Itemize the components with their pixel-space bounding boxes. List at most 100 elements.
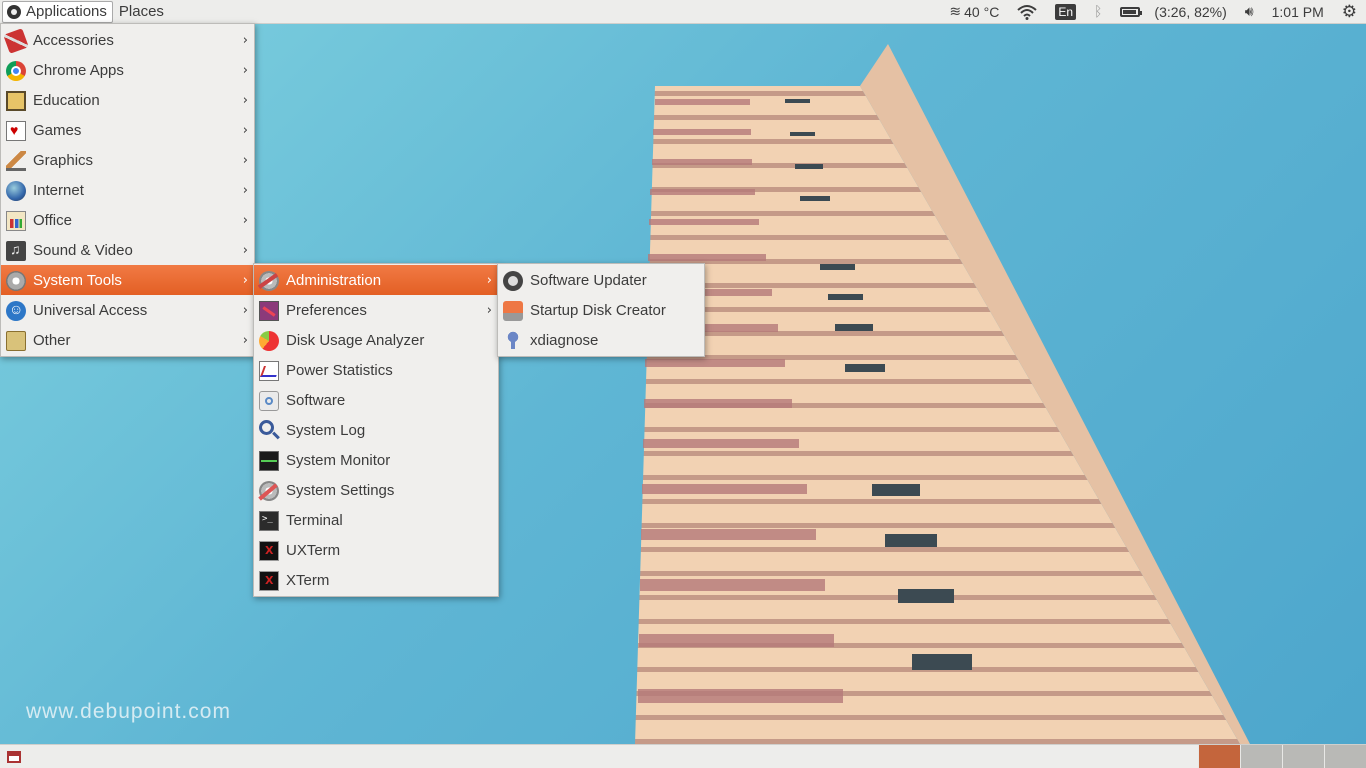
disk-usage-icon bbox=[259, 331, 279, 351]
menu-item-label: Preferences bbox=[286, 301, 367, 319]
sound-video-icon bbox=[6, 241, 26, 261]
menu-item-label: Office bbox=[33, 211, 72, 229]
applications-menu: Accessories › Chrome Apps › Education › Gam… bbox=[0, 23, 255, 357]
show-desktop-icon[interactable] bbox=[7, 750, 21, 763]
menu-item-label: Startup Disk Creator bbox=[530, 301, 666, 319]
applications-label: Applications bbox=[26, 3, 107, 20]
system-monitor-icon bbox=[259, 451, 279, 471]
uxterm-icon bbox=[259, 541, 279, 561]
menu-item-label: Software bbox=[286, 391, 346, 409]
menu-item-sound-video[interactable]: Sound & Video › bbox=[1, 235, 254, 265]
battery-icon bbox=[1120, 6, 1143, 17]
session-indicator[interactable]: ⚙ bbox=[1333, 0, 1366, 24]
menu-item-label: Chrome Apps bbox=[33, 61, 124, 79]
menu-item-system-settings[interactable]: System Settings bbox=[254, 475, 498, 505]
menu-item-disk-usage-analyzer[interactable]: Disk Usage Analyzer bbox=[254, 325, 498, 355]
software-icon bbox=[259, 391, 279, 411]
keyboard-layout: En bbox=[1055, 3, 1076, 20]
chevron-right-icon: › bbox=[486, 273, 492, 288]
menu-item-office[interactable]: Office › bbox=[1, 205, 254, 235]
menu-item-software[interactable]: Software bbox=[254, 385, 498, 415]
menu-item-accessories[interactable]: Accessories › bbox=[1, 25, 254, 55]
chevron-right-icon: › bbox=[242, 63, 248, 78]
sound-indicator[interactable]: 🔊︎ bbox=[1236, 0, 1263, 24]
menu-item-graphics[interactable]: Graphics › bbox=[1, 145, 254, 175]
bottom-panel bbox=[0, 744, 1366, 768]
xterm-icon bbox=[259, 571, 279, 591]
menu-item-label: Terminal bbox=[286, 511, 343, 529]
menu-item-label: Disk Usage Analyzer bbox=[286, 331, 425, 349]
chevron-right-icon: › bbox=[242, 333, 248, 348]
menu-item-other[interactable]: Other › bbox=[1, 325, 254, 355]
menu-item-startup-disk-creator[interactable]: Startup Disk Creator bbox=[498, 295, 704, 325]
weather-indicator[interactable]: ≋ 40 °C bbox=[940, 0, 1008, 24]
chevron-right-icon: › bbox=[242, 213, 248, 228]
system-tools-icon bbox=[6, 271, 26, 291]
menu-item-label: xdiagnose bbox=[530, 331, 599, 349]
menu-item-label: XTerm bbox=[286, 571, 330, 589]
workspace-2[interactable] bbox=[1240, 745, 1282, 768]
workspace-switcher bbox=[1198, 745, 1366, 768]
software-updater-icon bbox=[503, 271, 523, 291]
menu-item-software-updater[interactable]: Software Updater bbox=[498, 265, 704, 295]
menu-item-label: System Log bbox=[286, 421, 366, 439]
weather-icon: ≋ bbox=[949, 3, 962, 20]
universal-access-icon bbox=[6, 301, 26, 321]
menu-item-universal-access[interactable]: Universal Access › bbox=[1, 295, 254, 325]
menu-item-label: Graphics bbox=[33, 151, 94, 169]
menu-item-preferences[interactable]: Preferences › bbox=[254, 295, 498, 325]
menu-item-label: Internet bbox=[33, 181, 84, 199]
chevron-right-icon: › bbox=[242, 93, 248, 108]
keyboard-indicator[interactable]: En bbox=[1046, 0, 1085, 24]
menu-item-system-monitor[interactable]: System Monitor bbox=[254, 445, 498, 475]
menu-item-label: Games bbox=[33, 121, 82, 139]
terminal-icon bbox=[259, 511, 279, 531]
clock[interactable]: 1:01 PM bbox=[1263, 0, 1333, 24]
places-menu-button[interactable]: Places bbox=[113, 1, 170, 23]
menu-item-terminal[interactable]: Terminal bbox=[254, 505, 498, 535]
top-panel: Applications Places ≋ 40 °C En ᛒ (3:26, … bbox=[0, 0, 1366, 24]
chevron-right-icon: › bbox=[242, 183, 248, 198]
menu-item-label: Other bbox=[33, 331, 71, 349]
chevron-right-icon: › bbox=[242, 303, 248, 318]
system-log-icon bbox=[259, 420, 274, 435]
bluetooth-indicator[interactable]: ᛒ bbox=[1085, 0, 1111, 24]
workspace-4[interactable] bbox=[1324, 745, 1366, 768]
administration-icon bbox=[259, 271, 279, 291]
menu-item-power-statistics[interactable]: Power Statistics bbox=[254, 355, 498, 385]
education-icon bbox=[6, 91, 26, 111]
menu-item-education[interactable]: Education › bbox=[1, 85, 254, 115]
xdiagnose-icon bbox=[503, 331, 523, 351]
menu-item-internet[interactable]: Internet › bbox=[1, 175, 254, 205]
menu-item-label: Accessories bbox=[33, 31, 114, 49]
graphics-icon bbox=[6, 151, 26, 171]
applications-menu-button[interactable]: Applications bbox=[2, 0, 113, 23]
volume-icon: 🔊︎ bbox=[1244, 3, 1254, 20]
menu-item-uxterm[interactable]: UXTerm bbox=[254, 535, 498, 565]
power-gear-icon: ⚙ bbox=[1341, 1, 1357, 22]
chevron-right-icon: › bbox=[242, 123, 248, 138]
menu-item-administration[interactable]: Administration › bbox=[254, 265, 498, 295]
menu-item-games[interactable]: Games › bbox=[1, 115, 254, 145]
menu-item-label: System Settings bbox=[286, 481, 395, 499]
watermark-text: www.debupoint.com bbox=[26, 700, 231, 723]
preferences-icon bbox=[259, 301, 279, 321]
wifi-indicator[interactable] bbox=[1008, 0, 1046, 24]
chrome-icon bbox=[6, 61, 26, 81]
menu-item-label: Software Updater bbox=[530, 271, 647, 289]
menu-item-system-log[interactable]: System Log bbox=[254, 415, 498, 445]
menu-item-xdiagnose[interactable]: xdiagnose bbox=[498, 325, 704, 355]
menu-item-label: Administration bbox=[286, 271, 382, 289]
menu-item-chrome-apps[interactable]: Chrome Apps › bbox=[1, 55, 254, 85]
clock-time: 1:01 PM bbox=[1271, 3, 1324, 20]
menu-item-label: System Tools bbox=[33, 271, 122, 289]
games-icon bbox=[6, 121, 26, 141]
menu-item-xterm[interactable]: XTerm bbox=[254, 565, 498, 595]
menu-item-system-tools[interactable]: System Tools › bbox=[1, 265, 254, 295]
workspace-1[interactable] bbox=[1198, 745, 1240, 768]
system-tray: ≋ 40 °C En ᛒ (3:26, 82%) 🔊︎ 1:01 PM ⚙ bbox=[940, 0, 1366, 24]
workspace-3[interactable] bbox=[1282, 745, 1324, 768]
battery-status: (3:26, 82%) bbox=[1154, 3, 1227, 20]
battery-indicator[interactable]: (3:26, 82%) bbox=[1111, 0, 1235, 24]
menu-item-label: Power Statistics bbox=[286, 361, 393, 379]
